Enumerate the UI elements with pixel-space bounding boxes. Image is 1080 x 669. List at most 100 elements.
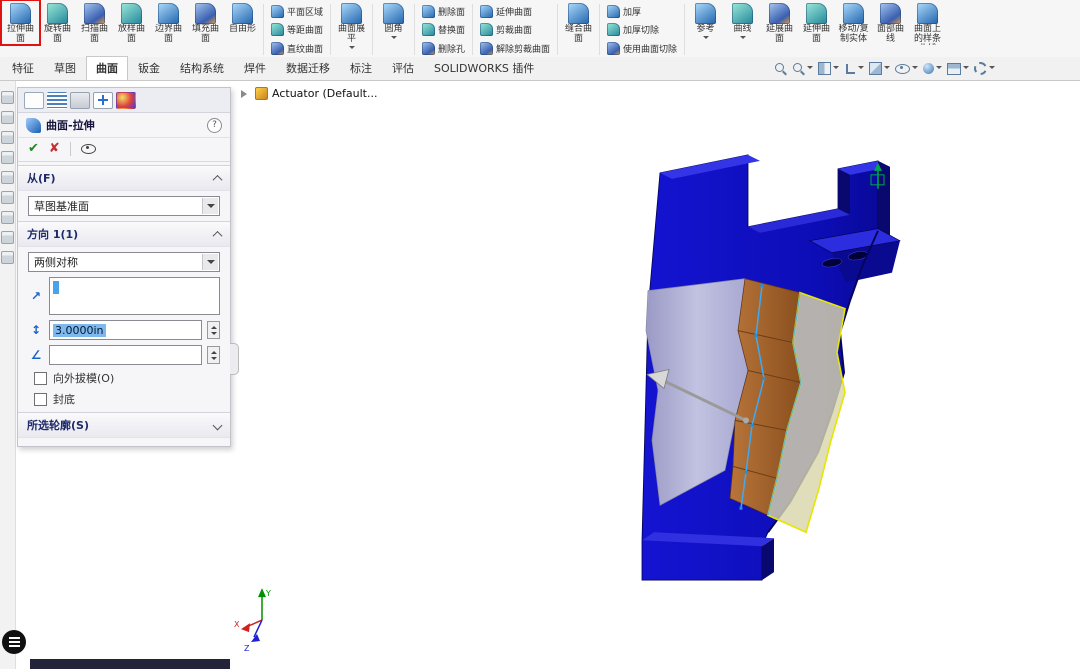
end-condition-combobox[interactable]: 两侧对称	[28, 252, 220, 272]
tab-structure-system[interactable]: 结构系统	[170, 56, 234, 80]
section-from-header[interactable]: 从(F)	[18, 165, 230, 191]
preview-eye-button[interactable]	[80, 143, 96, 154]
view-settings-icon	[974, 62, 987, 75]
ribbon-button-freeform[interactable]: 自由形	[224, 1, 261, 34]
cap-end-checkbox[interactable]	[34, 392, 47, 406]
tab-sheet-metal[interactable]: 钣金	[128, 56, 170, 80]
thicken-icon	[607, 4, 621, 18]
zoom-area-button[interactable]	[791, 57, 814, 80]
ribbon-button-revolved-surface[interactable]: 旋转曲面	[39, 1, 76, 44]
ok-button[interactable]: ✔	[28, 141, 39, 156]
display-style-button[interactable]	[868, 57, 891, 80]
tab-sketch[interactable]: 草图	[44, 56, 86, 80]
zoom-fit-button[interactable]	[773, 57, 788, 80]
side-tool-icon-4[interactable]	[1, 151, 14, 164]
ribbon-button-spline-on-surface[interactable]: 曲面上的样条曲线	[909, 1, 946, 45]
ribbon-button-planar-surface[interactable]: 平面区域	[268, 3, 326, 19]
property-manager-tabs	[18, 88, 230, 113]
section-selected-contours-header[interactable]: 所选轮廓(S)	[18, 412, 230, 438]
menu-button[interactable]	[2, 630, 26, 654]
help-icon[interactable]: ?	[207, 117, 222, 133]
ribbon-tab-list: 特征 草图 曲面 钣金 结构系统 焊件 数据迁移 标注 评估 SOLIDWORKS 插件	[0, 56, 544, 80]
ribbon-button-label: 填充曲面	[191, 24, 219, 44]
ribbon-group: 删除面 替换面 删除孔	[417, 1, 470, 58]
pm-tab-page[interactable]	[70, 91, 90, 109]
panel-handle[interactable]	[230, 343, 239, 375]
pm-tab-feature-tree[interactable]	[47, 91, 67, 109]
section-direction1-header[interactable]: 方向 1(1)	[18, 221, 230, 247]
fillet-icon	[383, 3, 405, 24]
hide-show-items-button[interactable]	[894, 57, 919, 80]
tab-weldments[interactable]: 焊件	[234, 56, 276, 80]
ribbon-button-delete-face[interactable]: 删除面	[419, 3, 468, 19]
depth-input[interactable]: 3.0000in	[49, 320, 202, 340]
depth-spinner[interactable]	[207, 321, 220, 339]
side-tool-icon-7[interactable]	[1, 211, 14, 224]
ribbon-button-boundary-surface[interactable]: 边界曲面	[150, 1, 187, 44]
pm-tab-crosshair[interactable]	[93, 91, 113, 109]
side-tool-icon-6[interactable]	[1, 191, 14, 204]
ribbon-button-cut-with-surface[interactable]: 使用曲面切除	[604, 40, 680, 56]
feature-tree-root-label[interactable]: Actuator (Default...	[272, 87, 377, 100]
side-tool-icon-5[interactable]	[1, 171, 14, 184]
ribbon-button-thicken[interactable]: 加厚	[604, 3, 680, 19]
ribbon-button-untrim-surface[interactable]: 解除剪裁曲面	[477, 40, 553, 56]
draft-outward-checkbox[interactable]	[34, 371, 47, 385]
side-tool-icon-2[interactable]	[1, 111, 14, 124]
ribbon-button-thickened-cut[interactable]: 加厚切除	[604, 22, 680, 38]
ribbon-button-fillet[interactable]: 圆角	[375, 1, 412, 42]
ribbon-button-extruded-surface[interactable]: 拉伸曲面	[0, 0, 41, 46]
ribbon-button-filled-surface[interactable]: 填充曲面	[187, 1, 224, 44]
side-tool-icon-1[interactable]	[1, 91, 14, 104]
expand-arrow-icon[interactable]	[241, 89, 251, 98]
ribbon-button-ruled-surface[interactable]: 直纹曲面	[268, 40, 326, 56]
ribbon-button-radiate-surface[interactable]: 延展曲面	[761, 1, 798, 44]
ribbon-button-replace-face[interactable]: 替换面	[419, 22, 468, 38]
direction-reference-input[interactable]	[49, 277, 220, 315]
draft-input[interactable]	[49, 345, 202, 365]
section-view-button[interactable]	[817, 57, 840, 80]
tab-features[interactable]: 特征	[2, 56, 44, 80]
tab-data-migration[interactable]: 数据迁移	[276, 56, 340, 80]
pm-tab-properties[interactable]	[24, 91, 44, 109]
ribbon-button-curves[interactable]: 曲线	[724, 1, 761, 42]
part-notch-wall[interactable]	[838, 168, 850, 215]
ribbon-button-offset-surface[interactable]: 等距曲面	[268, 22, 326, 38]
ribbon-button-knit-surface[interactable]: 缝合曲面	[560, 1, 597, 44]
side-tool-icon-8[interactable]	[1, 231, 14, 244]
ribbon-button-reference-geometry[interactable]: 参考	[687, 1, 724, 42]
extrude-preview-surfaces[interactable]	[645, 278, 846, 534]
apply-scene-button[interactable]	[946, 57, 970, 80]
dropdown-caret-icon	[936, 65, 942, 72]
side-tool-icon-3[interactable]	[1, 131, 14, 144]
side-tool-icon-9[interactable]	[1, 251, 14, 264]
ribbon-button-trim-surface[interactable]: 剪裁曲面	[477, 22, 553, 38]
feature-tree-root[interactable]: Actuator (Default...	[241, 87, 377, 100]
curves-icon	[732, 3, 754, 24]
ribbon-button-face-curves[interactable]: 面部曲线	[872, 1, 909, 44]
ribbon-button-label: 延伸曲面	[803, 24, 831, 44]
pm-tab-appearance[interactable]	[116, 91, 136, 109]
part-right-side-face[interactable]	[878, 160, 890, 237]
ribbon-button-flatten-surface[interactable]: 曲面展平	[333, 1, 370, 52]
ribbon-button-extend-surface[interactable]: 延伸曲面	[477, 3, 553, 19]
draft-spinner[interactable]	[207, 346, 220, 364]
tab-solidworks-addins[interactable]: SOLIDWORKS 插件	[424, 56, 544, 80]
dropdown-caret-icon	[858, 65, 864, 72]
tab-annotations[interactable]: 标注	[340, 56, 382, 80]
ribbon-button-lofted-surface[interactable]: 放样曲面	[113, 1, 150, 44]
command-tab-bar: 特征 草图 曲面 钣金 结构系统 焊件 数据迁移 标注 评估 SOLIDWORKS 插件	[0, 56, 1080, 81]
side-toolbar	[0, 81, 16, 669]
tab-surfaces[interactable]: 曲面	[86, 56, 128, 80]
view-settings-button[interactable]	[973, 57, 996, 80]
view-orientation-button[interactable]	[843, 57, 865, 80]
ribbon-button-swept-surface[interactable]: 扫描曲面	[76, 1, 113, 44]
graphics-viewport[interactable]: Y X Z Actuator (Default... 曲面-拉伸 ? ✔ ✘ 从…	[17, 81, 1080, 669]
cancel-button[interactable]: ✘	[49, 141, 60, 156]
ribbon-button-move-copy-body[interactable]: 移动/复制实体	[835, 1, 872, 44]
tab-evaluate[interactable]: 评估	[382, 56, 424, 80]
edit-appearance-button[interactable]	[922, 57, 943, 80]
ribbon-button-delete-hole[interactable]: 删除孔	[419, 40, 468, 56]
ribbon-button-extend-surface-alt[interactable]: 延伸曲面	[798, 1, 835, 44]
start-condition-combobox[interactable]: 草图基准面	[28, 196, 220, 216]
